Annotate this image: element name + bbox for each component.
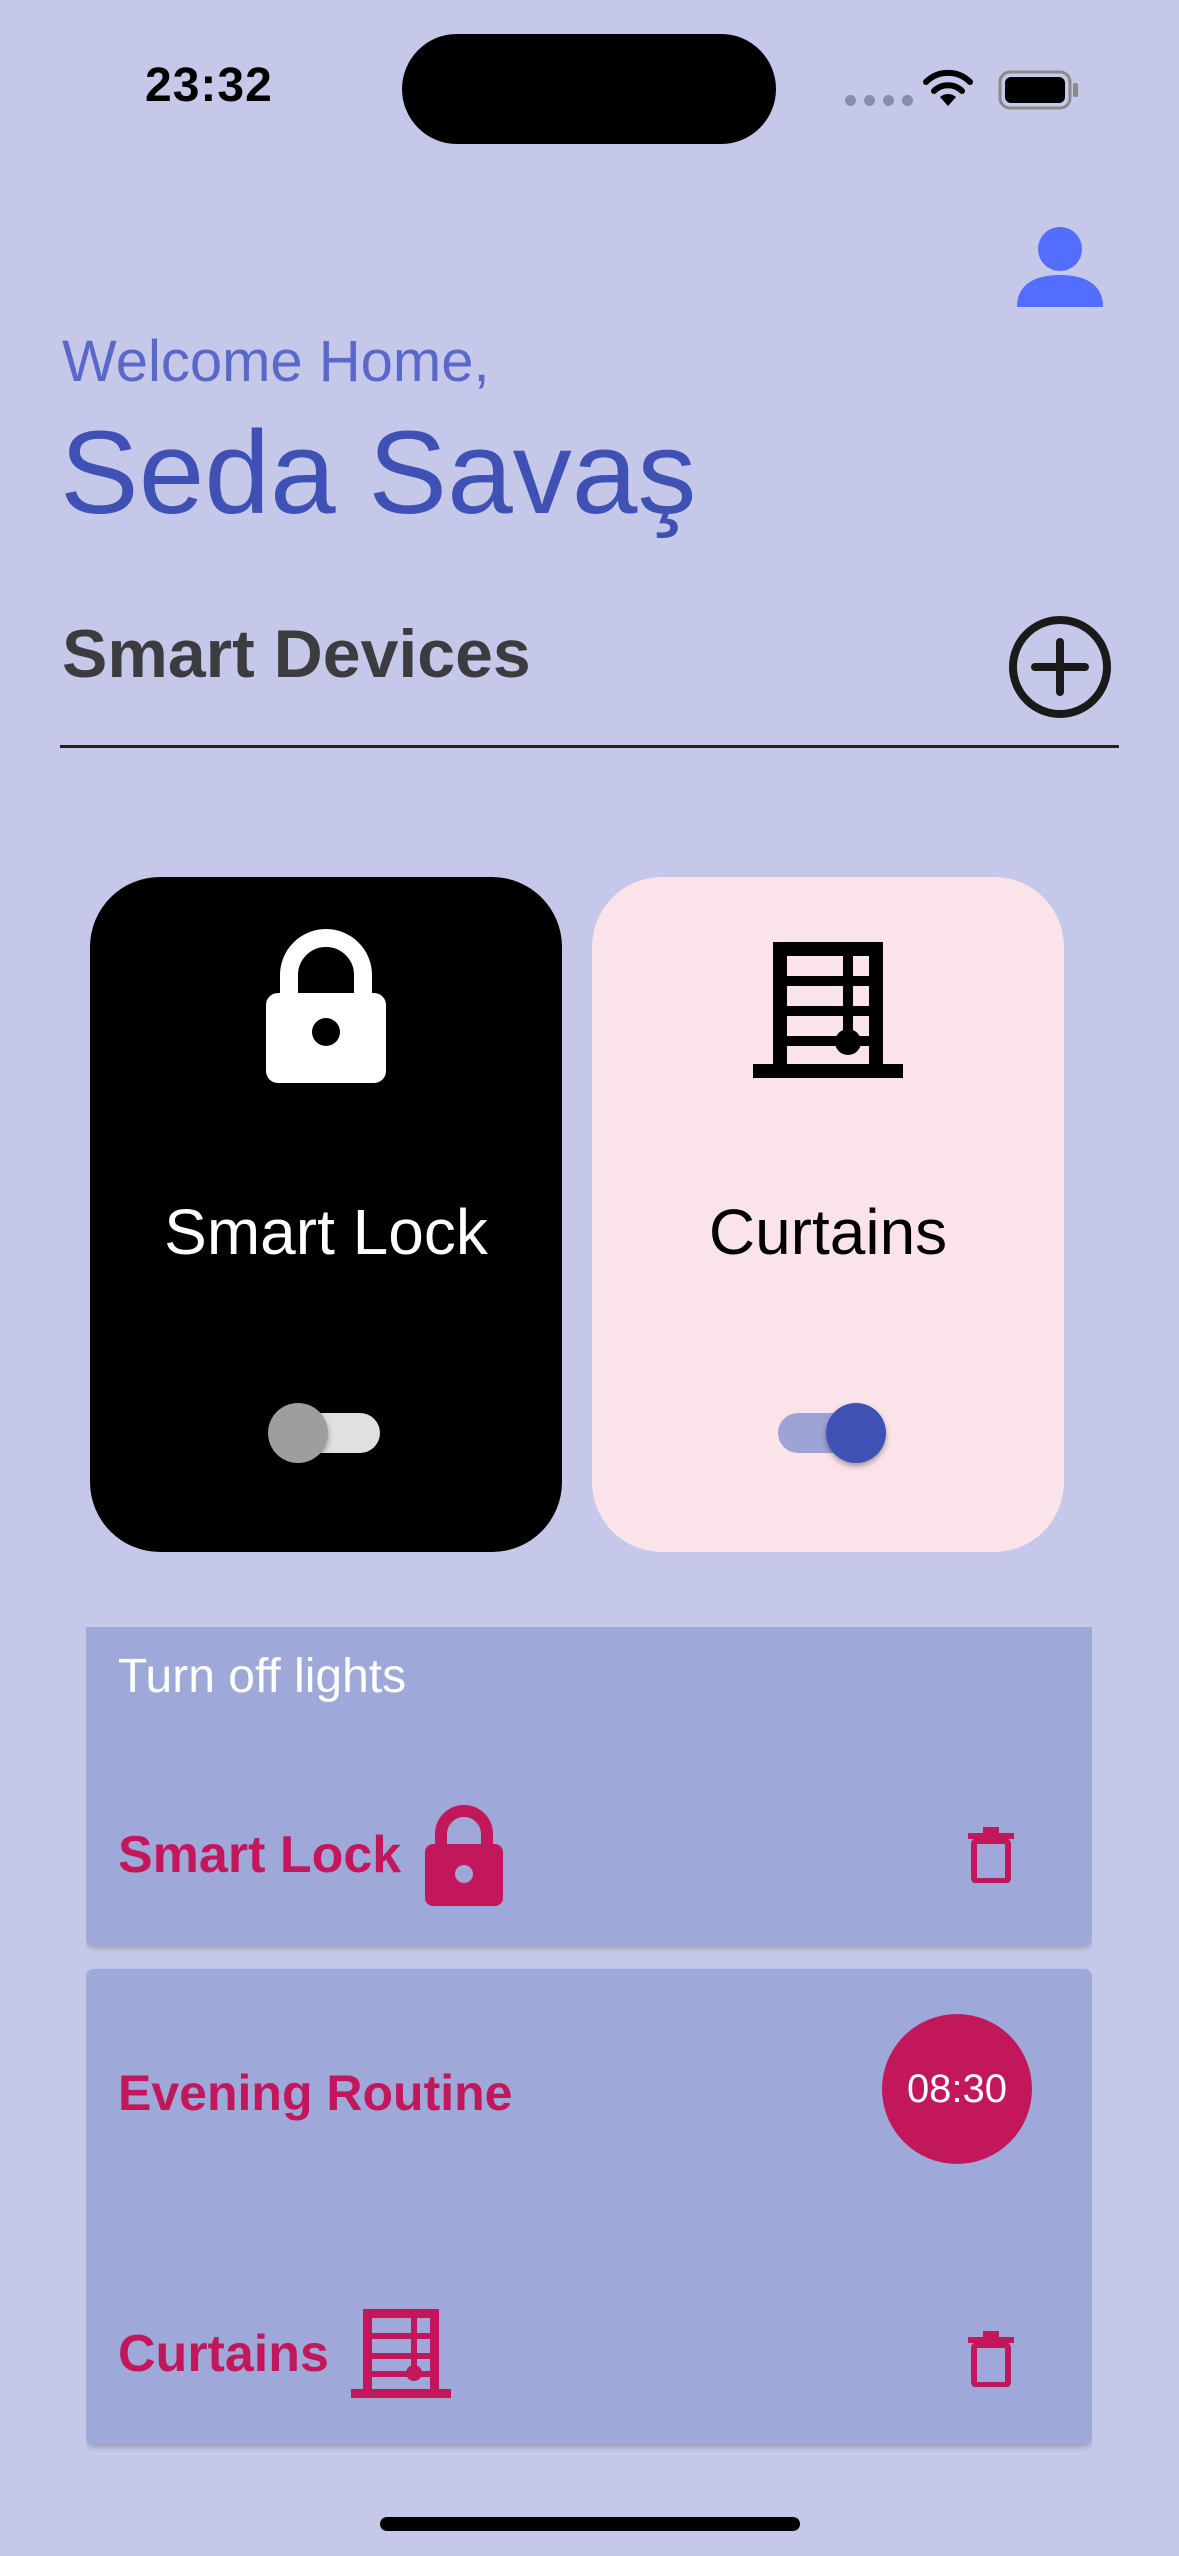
- add-device-button[interactable]: [1005, 612, 1115, 722]
- device-card-smart-lock[interactable]: Smart Lock: [90, 877, 562, 1552]
- section-divider: [60, 745, 1119, 748]
- device-label: Curtains: [708, 1196, 948, 1268]
- routine-device-label: Smart Lock: [118, 1826, 402, 1884]
- welcome-text: Welcome Home,: [62, 329, 490, 394]
- home-indicator[interactable]: [380, 2517, 800, 2531]
- routine-device: Smart Lock: [118, 1802, 505, 1908]
- routine-device: Curtains: [118, 2309, 451, 2399]
- profile-icon[interactable]: [1015, 225, 1105, 310]
- routine-card[interactable]: Lock doors Turn off lights Smart Lock: [86, 1627, 1092, 1945]
- lock-icon: [266, 929, 386, 1083]
- curtains-icon: [753, 942, 903, 1078]
- device-toggle[interactable]: [268, 1397, 380, 1463]
- routine-time-badge[interactable]: 08:30: [882, 2014, 1032, 2164]
- routine-device-label: Curtains: [118, 2325, 329, 2383]
- lock-icon: [425, 1805, 504, 1906]
- routine-card[interactable]: Evening Routine 08:30 Curtains: [86, 1969, 1092, 2444]
- routine-action: Lock doors: [118, 1627, 406, 1643]
- user-name: Seda Savaş: [60, 407, 697, 539]
- routine-actions: Lock doors Turn off lights: [118, 1627, 406, 1711]
- device-card-curtains[interactable]: Curtains: [592, 877, 1064, 1552]
- delete-routine-button[interactable]: [968, 2331, 1014, 2387]
- device-toggle[interactable]: [774, 1397, 886, 1463]
- wifi-icon: [923, 69, 973, 106]
- routine-title: Evening Routine: [118, 2065, 513, 2121]
- dynamic-island: [402, 34, 776, 144]
- curtains-icon: [350, 2309, 451, 2398]
- status-time: 23:32: [145, 59, 273, 112]
- device-label: Smart Lock: [164, 1196, 488, 1268]
- routine-list[interactable]: Lock doors Turn off lights Smart Lock Ev…: [86, 1627, 1092, 2457]
- routine-action: Turn off lights: [118, 1650, 407, 1703]
- section-title: Smart Devices: [62, 616, 531, 692]
- battery-icon: [998, 70, 1078, 110]
- delete-routine-button[interactable]: [968, 1827, 1014, 1883]
- cellular-signal-icon: [845, 95, 913, 106]
